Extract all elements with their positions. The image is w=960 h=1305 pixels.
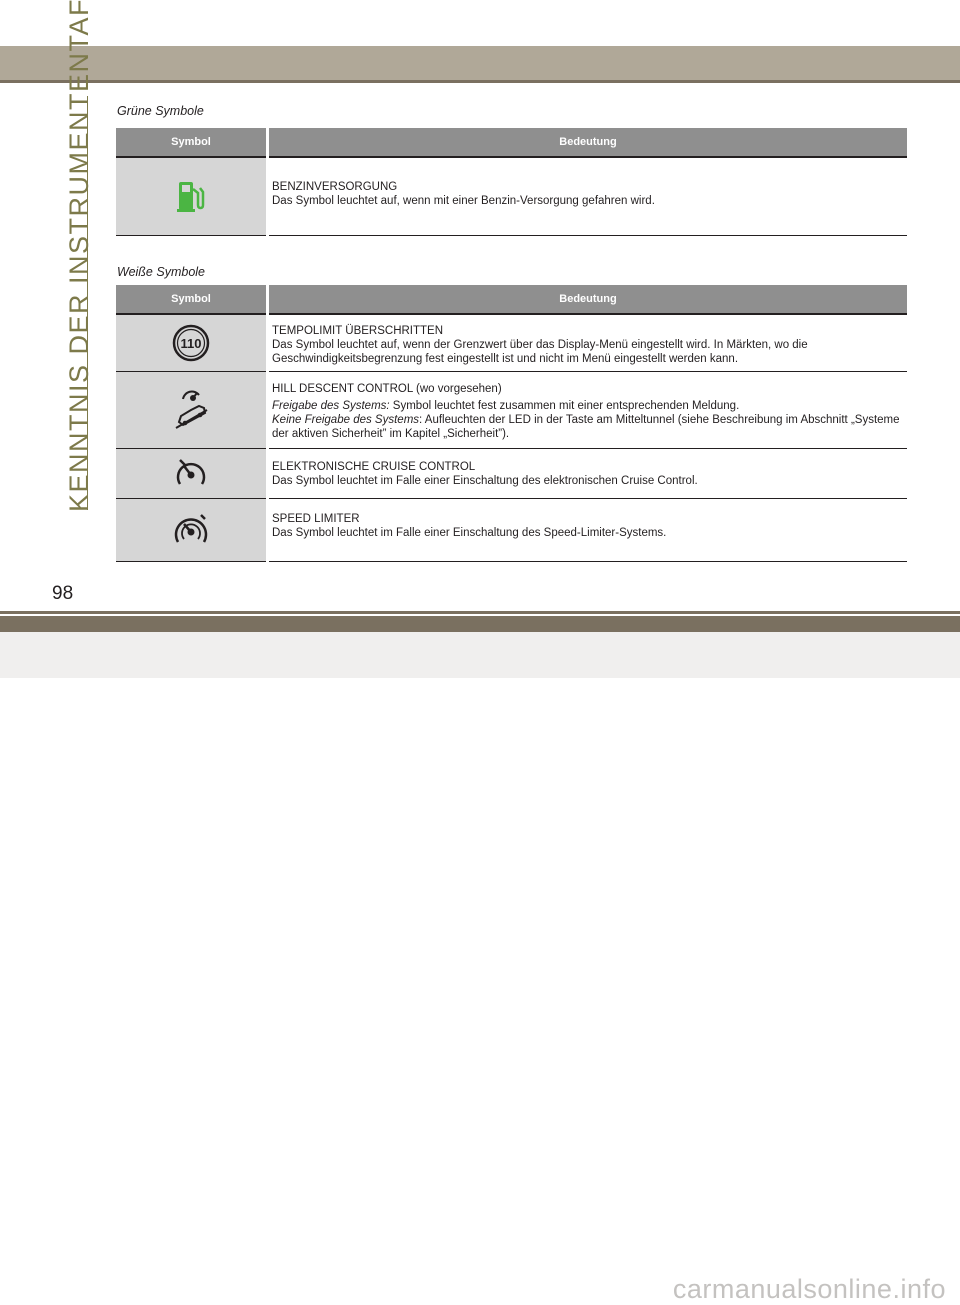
table-row: 110 TEMPOLIMIT ÜBERSCHRITTEN Das Symbol … [116,314,907,372]
section-title-white: Weiße Symbole [117,265,205,279]
column-header-symbol: Symbol [116,128,269,158]
table-row: HILL DESCENT CONTROL (wo vorgesehen) Fre… [116,371,907,449]
footer-divider [0,611,960,614]
row-title: TEMPOLIMIT ÜBERSCHRITTEN [272,325,444,337]
cruise-control-icon [176,459,206,485]
hill-descent-icon [175,390,208,429]
white-symbols-table: Symbol Bedeutung 110 TEMPOLIMIT ÜBERSCHR… [116,285,907,562]
section-title-green: Grüne Symbole [117,104,204,118]
fuel-pump-icon [177,182,205,213]
column-header-meaning: Bedeutung [267,285,907,315]
row-description: Das Symbol leuchtet im Falle einer Einsc… [272,526,667,539]
row-description: Das Symbol leuchtet auf, wenn mit einer … [272,195,655,207]
speed-limit-value: 110 [181,336,202,351]
row-title: HILL DESCENT CONTROL (wo vorgesehen) [272,382,502,395]
header-band [0,46,960,80]
row-description: Das Symbol leuchtet im Falle einer Einsc… [272,474,698,487]
page-number: 98 [52,583,74,604]
row-description: Das Symbol leuchtet auf, wenn der Grenzw… [272,339,808,365]
header-divider [0,80,960,83]
watermark: carmanualsonline.info [672,1274,946,1304]
table-row: ELEKTRONISCHE CRUISE CONTROL Das Symbol … [116,448,907,499]
table-row: BENZINVERSORGUNG Das Symbol leuchtet auf… [116,157,907,236]
chapter-rule [87,96,88,510]
row-label: Keine Freigabe des Systems [272,413,420,426]
row-title: BENZINVERSORGUNG [272,181,398,193]
row-description: Keine Freigabe des Systems: Aufleuchten … [272,413,900,440]
footer-band [0,616,960,632]
chapter-title: KENNTNIS DER INSTRUMENTENTAFEL [64,0,94,512]
table-row: SPEED LIMITER Das Symbol leuchtet im Fal… [116,498,907,562]
speed-limiter-icon [174,513,208,543]
green-symbols-table: Symbol Bedeutung BENZINVERSORGUNG Das Sy… [116,128,907,236]
row-description: Freigabe des Systems: Symbol leuchtet fe… [272,399,740,412]
column-header-meaning: Bedeutung [267,128,907,158]
column-header-symbol: Symbol [116,285,269,315]
row-label: Freigabe des Systems: [272,399,390,412]
row-title: SPEED LIMITER [272,512,360,525]
row-title: ELEKTRONISCHE CRUISE CONTROL [272,460,476,473]
footer-area: carmanualsonline.info [0,632,960,1304]
speed-limit-110-icon: 110 [172,324,210,361]
